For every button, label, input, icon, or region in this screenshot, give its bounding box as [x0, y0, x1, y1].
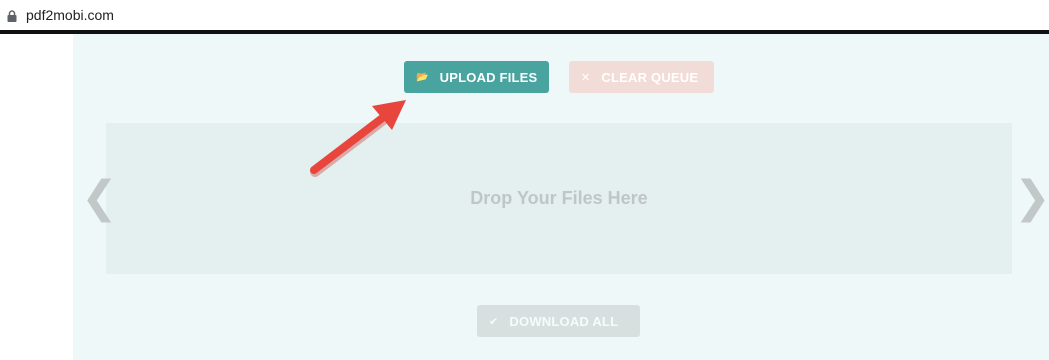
folder-open-icon: 📂 — [416, 71, 429, 83]
check-icon: ✔ — [489, 315, 499, 328]
close-icon: ✕ — [581, 71, 591, 84]
download-all-label: DOWNLOAD ALL — [509, 313, 619, 329]
upload-files-label: UPLOAD FILES — [439, 69, 538, 85]
chevron-left-icon[interactable]: ❮ — [81, 176, 118, 220]
lock-icon — [7, 10, 17, 22]
file-drop-zone[interactable]: Drop Your Files Here — [106, 123, 1012, 274]
drop-zone-label: Drop Your Files Here — [470, 188, 648, 208]
address-bar[interactable]: pdf2mobi.com — [0, 0, 1049, 30]
clear-queue-button[interactable]: ✕ CLEAR QUEUE — [569, 61, 714, 93]
upload-files-button[interactable]: 📂 UPLOAD FILES — [404, 61, 549, 93]
url-text[interactable]: pdf2mobi.com — [26, 7, 114, 23]
download-all-button[interactable]: ✔ DOWNLOAD ALL — [477, 305, 640, 337]
chevron-right-icon[interactable]: ❯ — [1014, 176, 1049, 220]
clear-queue-label: CLEAR QUEUE — [601, 69, 699, 85]
